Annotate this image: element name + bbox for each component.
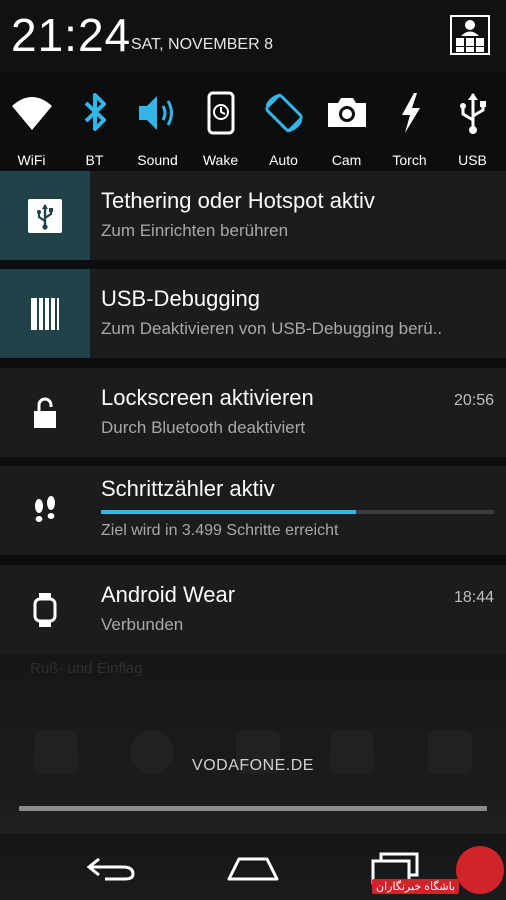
notification-lockscreen[interactable]: Lockscreen aktivieren 20:56 Durch Blueto… [0,368,506,457]
carrier-label: VODAFONE.DE [192,757,314,774]
notification-icon-area [0,466,90,555]
footsteps-icon [35,495,55,522]
home-icon [227,857,279,881]
back-arrow-icon [86,857,135,881]
background-widget-text: Ruß- und Einflag [30,660,143,677]
notification-usb-debugging[interactable]: USB-Debugging Zum Deaktivieren von USB-D… [0,269,506,358]
notification-title: Android Wear [101,582,236,607]
settings-grid-button[interactable] [450,15,490,55]
volume-icon [138,96,173,130]
bluetooth-icon [84,93,106,131]
notification-time: 18:44 [453,589,494,606]
notification-icon-area [0,565,90,654]
quick-tile-wake[interactable]: Wake [189,90,252,170]
step-progress-bar [101,510,494,514]
notification-title: USB-Debugging [101,286,260,311]
notification-icon-area [0,171,90,260]
quick-tile-sound[interactable]: Sound [126,90,189,170]
clock[interactable]: 21:24 [11,8,131,62]
quick-tile-auto-rotate[interactable]: Auto [252,90,315,170]
camera-icon [327,98,366,127]
watermark-text: باشگاه خبرنگاران [372,879,459,894]
quick-tile-label: Sound [137,152,178,168]
debug-icon [31,297,59,330]
home-button[interactable] [218,846,288,890]
usb-icon [28,198,62,233]
notification-subtitle: Verbunden [101,615,184,634]
notification-subtitle: Zum Einrichten berühren [101,221,289,240]
notification-step-counter[interactable]: Schrittzähler aktiv Ziel wird in 3.499 S… [0,466,506,555]
back-button[interactable] [76,846,146,890]
usb-icon [459,93,486,134]
notification-icon-area [0,269,90,358]
notification-subtitle: Durch Bluetooth deaktiviert [101,418,306,437]
quick-tile-label: Auto [269,152,298,168]
notification-title: Lockscreen aktivieren [101,385,314,410]
notification-title: Schrittzähler aktiv [101,476,275,501]
shade-drag-handle[interactable] [19,806,487,811]
notification-android-wear[interactable]: Android Wear 18:44 Verbunden [0,565,506,654]
flashlight-icon [401,93,420,133]
quick-tile-wifi[interactable]: WiFi [0,90,63,170]
quick-tile-label: Wake [202,152,239,168]
notification-subtitle: Zum Deaktivieren von USB-Debugging berü.… [101,319,443,338]
step-progress-fill [101,510,357,514]
notification-time: 20:56 [453,392,494,409]
notification-tethering[interactable]: Tethering oder Hotspot aktiv Zum Einrich… [0,171,506,260]
quick-tile-bluetooth[interactable]: BT [63,90,126,170]
quick-tile-label: BT [85,152,104,168]
wake-phone-icon [207,91,234,135]
quick-tile-label: USB [458,152,487,168]
quick-tile-label: WiFi [17,152,46,168]
quick-tile-camera[interactable]: Cam [315,90,378,170]
unlock-icon [34,397,56,428]
watermark-logo [456,846,504,894]
shade-header: 21:24 SAT, NOVEMBER 8 [0,0,506,72]
quick-tile-usb[interactable]: USB [441,90,504,170]
date[interactable]: SAT, NOVEMBER 8 [131,36,273,54]
wifi-icon [11,97,52,130]
quick-tile-label: Cam [331,152,362,168]
notification-icon-area [0,368,90,457]
quick-settings-bar: WiFi BT Sound Wake Auto Cam Torch USB [0,80,506,170]
quick-settings-grid-icon [450,15,490,55]
quick-tile-torch[interactable]: Torch [378,90,441,170]
watch-icon [33,592,57,627]
notification-subtitle: Ziel wird in 3.499 Schritte erreicht [101,522,339,539]
quick-tile-label: Torch [392,152,427,168]
auto-rotate-icon [264,93,303,133]
notification-title: Tethering oder Hotspot aktiv [101,188,375,213]
